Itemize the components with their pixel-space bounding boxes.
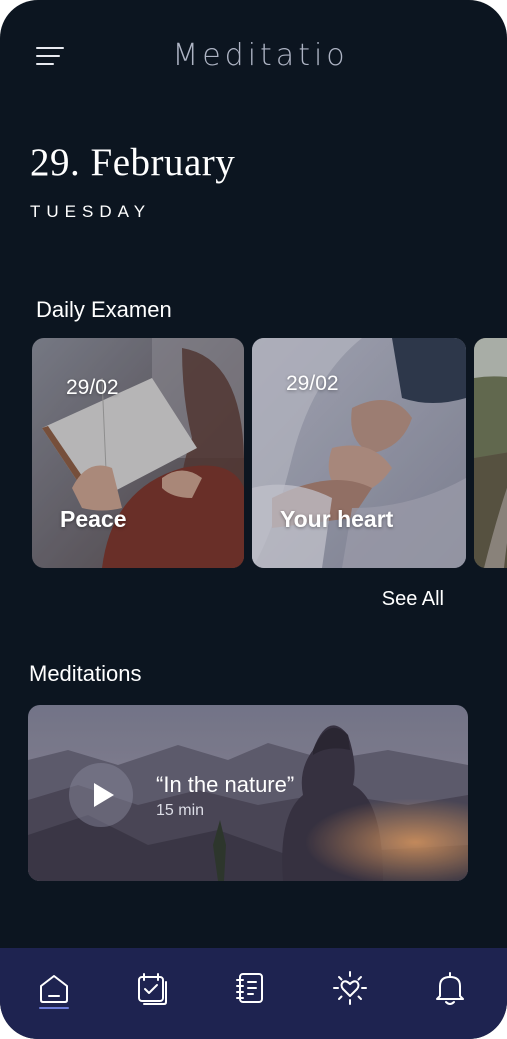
play-icon <box>94 783 114 807</box>
play-button[interactable] <box>69 763 133 827</box>
nav-home[interactable] <box>34 968 74 1008</box>
examen-card-partial[interactable] <box>474 338 507 568</box>
person-reading-book-image <box>32 338 244 568</box>
journal-icon <box>236 973 263 1003</box>
examen-card-peace[interactable]: 29/02 Peace <box>32 338 244 568</box>
calendar-check-icon <box>138 973 167 1005</box>
meditation-card-in-the-nature[interactable]: “In the nature” 15 min <box>28 705 468 881</box>
daily-examen-title: Daily Examen <box>36 297 172 322</box>
bell-icon <box>436 972 464 1005</box>
nav-wellbeing[interactable] <box>330 968 370 1008</box>
heart-sun-icon <box>333 971 367 1005</box>
nav-notifications[interactable] <box>430 968 470 1008</box>
nature-path-image <box>474 338 507 568</box>
weekday-label: TUESDAY <box>30 202 152 221</box>
examen-card-date: 29/02 <box>286 372 339 395</box>
app-title: Meditatio <box>172 38 349 73</box>
examen-card-date: 29/02 <box>66 376 119 399</box>
daily-examen-carousel[interactable]: 29/02 Peace 29/02 Your heart <box>32 338 507 568</box>
home-icon <box>40 975 68 1003</box>
examen-card-your-heart[interactable]: 29/02 Your heart <box>252 338 466 568</box>
see-all-link[interactable]: See All <box>382 588 444 611</box>
date-heading: 29. February <box>30 141 236 184</box>
holding-hands-image <box>252 338 466 568</box>
meditations-title: Meditations <box>29 661 142 686</box>
meditation-duration: 15 min <box>156 802 205 819</box>
nav-journal[interactable] <box>230 968 270 1008</box>
bottom-navigation <box>0 948 507 1039</box>
active-tab-indicator <box>39 1007 69 1009</box>
meditation-title: “In the nature” <box>156 772 295 797</box>
app-screen: Meditatio 29. February TUESDAY Daily Exa… <box>0 0 507 1039</box>
nav-calendar[interactable] <box>132 968 172 1008</box>
examen-card-title: Your heart <box>280 506 394 532</box>
examen-card-title: Peace <box>60 506 127 532</box>
